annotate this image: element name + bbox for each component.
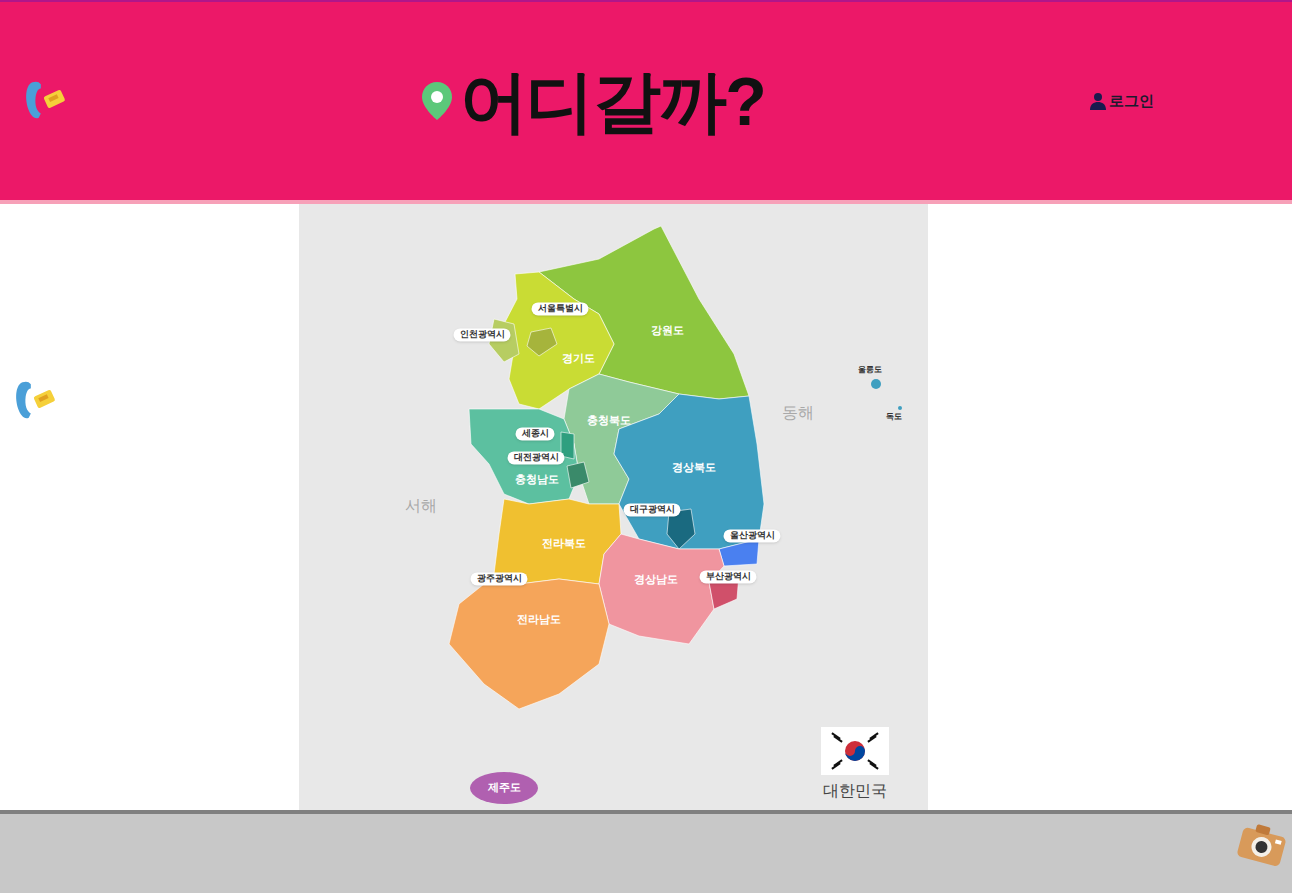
map-shapes [299, 204, 928, 810]
korea-map: 동해서해 강원도경기도 서울특별시인천광역시충청북도충청남도 세종시대전광역시경상북도… [299, 204, 928, 810]
region-label[interactable]: 인천광역시 [454, 328, 511, 341]
sea-label: 서해 [405, 494, 437, 518]
korea-flag-icon [821, 727, 889, 775]
region-shape[interactable] [719, 539, 759, 566]
region-label[interactable]: 서울특별시 [532, 302, 589, 315]
region-label[interactable]: 전라남도 [517, 613, 561, 627]
location-pin-icon [420, 80, 454, 122]
region-label[interactable]: 경기도 [562, 352, 595, 366]
region-label[interactable]: 세종시 [516, 427, 555, 440]
region-shape[interactable] [527, 328, 557, 356]
region-label[interactable]: 충청남도 [515, 473, 559, 487]
region-shape[interactable] [449, 579, 609, 709]
phone-ticket-icon [10, 376, 60, 426]
region-label[interactable]: 제주도 [488, 781, 521, 795]
site-title-text: 어디갈까? [460, 67, 765, 135]
page: 어디갈까? 로그인동해서해 강원도경기도 서울특별시인천광역시충청북도충청남도 세종시대… [0, 0, 1292, 893]
phone-ticket-icon [20, 76, 70, 126]
region-shape[interactable] [599, 534, 724, 644]
country-badge: 대한민국 [821, 727, 889, 803]
left-sidebar [0, 204, 299, 810]
region-label[interactable]: 독도 [886, 412, 902, 422]
header-logo[interactable] [20, 76, 420, 126]
region-label[interactable]: 경상남도 [634, 573, 678, 587]
region-label[interactable]: 울산광역시 [724, 529, 781, 542]
country-label: 대한민국 [823, 779, 887, 803]
region-label[interactable]: 경상북도 [672, 461, 716, 475]
region-label[interactable]: 전라북도 [542, 537, 586, 551]
main: 동해서해 강원도경기도 서울특별시인천광역시충청북도충청남도 세종시대전광역시경상북도… [0, 204, 1292, 810]
camera-icon [1234, 820, 1290, 870]
region-label[interactable]: 대구광역시 [624, 503, 681, 516]
region-label[interactable]: 울릉도 [858, 365, 882, 375]
sea-label: 동해 [782, 401, 814, 425]
footer [0, 810, 1292, 893]
region-shape[interactable] [898, 406, 902, 410]
site-title[interactable]: 어디갈까? [420, 67, 765, 135]
user-icon [1089, 92, 1107, 110]
region-label[interactable]: 대전광역시 [508, 451, 565, 464]
region-shape[interactable] [469, 409, 579, 504]
login-button[interactable]: 로그인 [1089, 90, 1154, 113]
region-label[interactable]: 부산광역시 [700, 570, 757, 583]
region-shape[interactable] [567, 462, 589, 488]
region-label[interactable]: 강원도 [651, 324, 684, 338]
region-shape[interactable] [871, 379, 881, 389]
header: 어디갈까? 로그인 [0, 0, 1292, 200]
region-label[interactable]: 충청북도 [587, 414, 631, 428]
region-label[interactable]: 광주광역시 [471, 572, 528, 585]
region-shape[interactable] [470, 772, 538, 804]
region-shape[interactable] [614, 394, 764, 549]
